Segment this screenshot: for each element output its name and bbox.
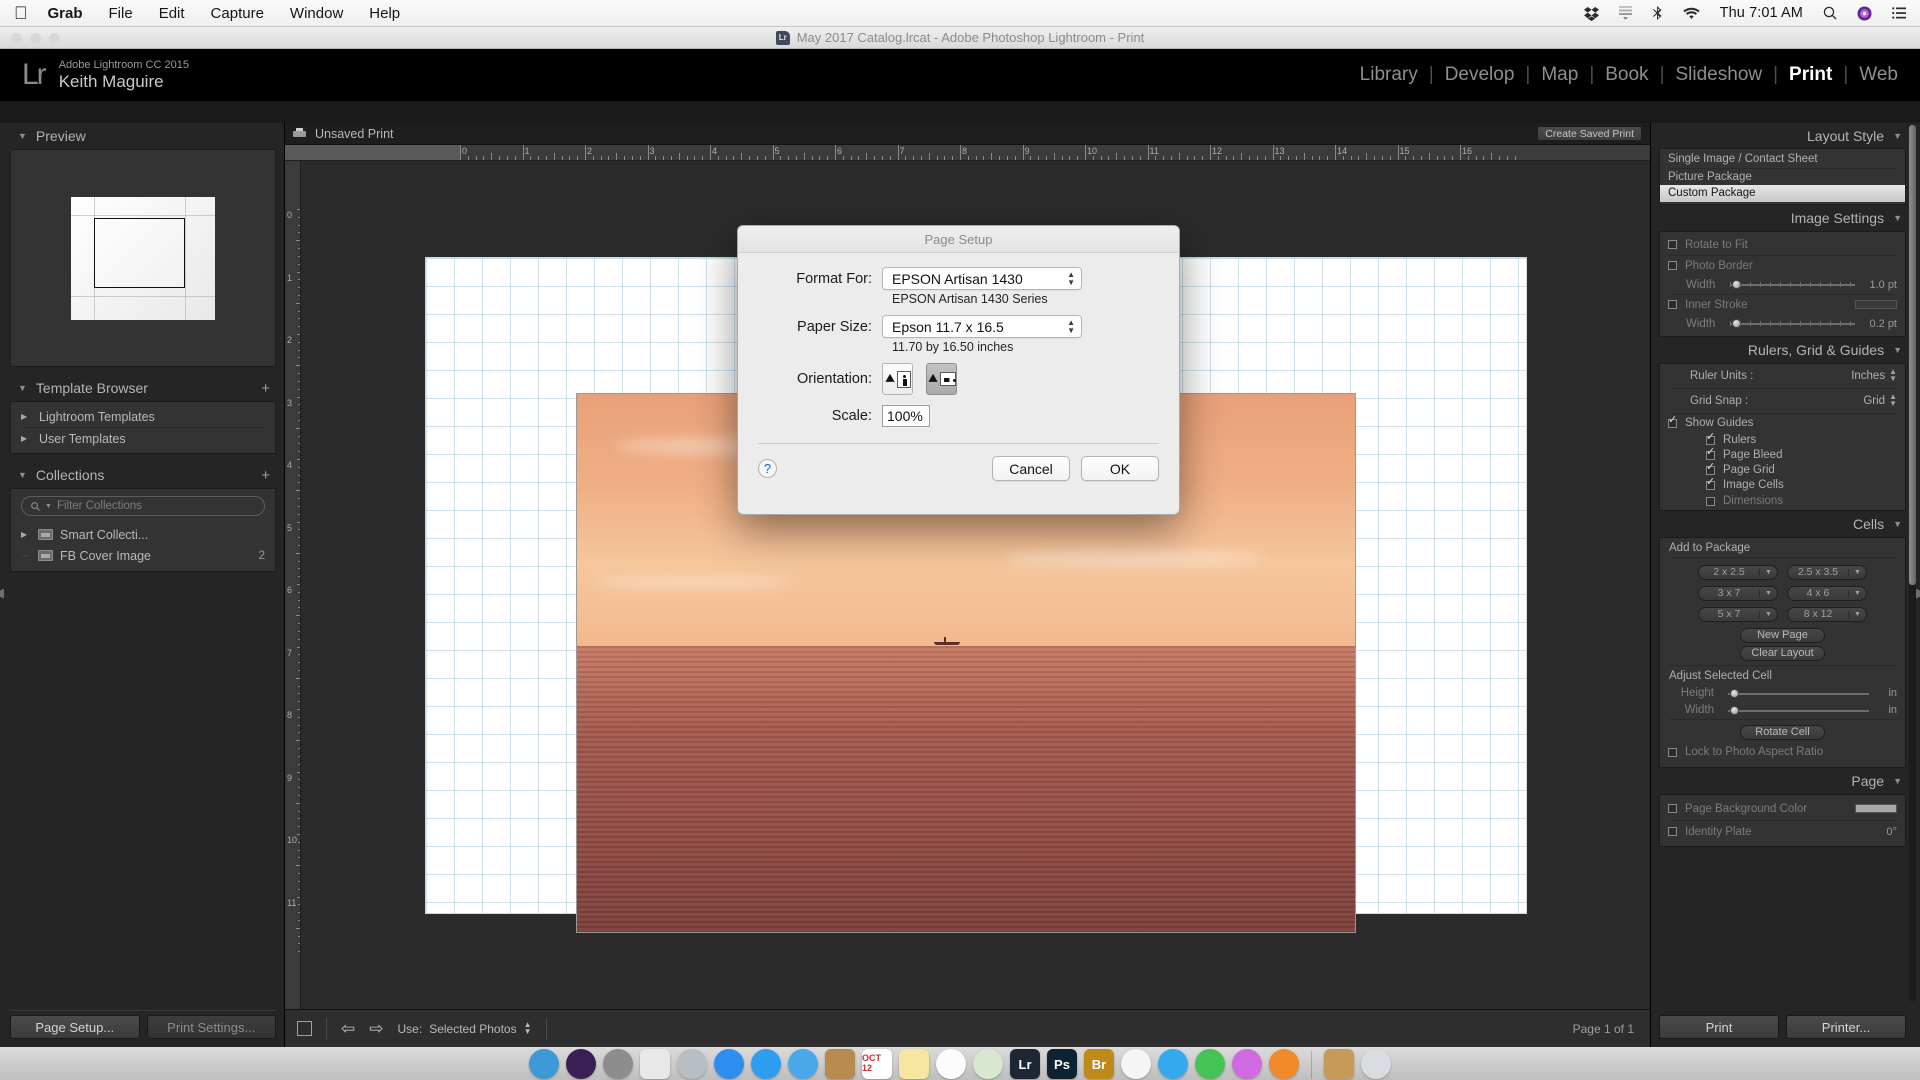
search-icon[interactable]: [1823, 6, 1837, 20]
scale-label: Scale:: [831, 408, 872, 424]
dock-item-trash[interactable]: [1361, 1049, 1391, 1079]
help-icon[interactable]: ?: [758, 459, 777, 478]
paper-size-value: Epson 11.7 x 16.5: [892, 318, 1004, 335]
dock-item-app-store[interactable]: [714, 1049, 744, 1079]
dock-item-photoshop[interactable]: Ps: [1047, 1049, 1077, 1079]
scale-input[interactable]: 100%: [882, 405, 930, 427]
orientation-row: Orientation: ⯅ ⯅: [760, 363, 1157, 395]
wifi-icon[interactable]: [1683, 7, 1700, 20]
orientation-landscape-icon[interactable]: ⯅: [926, 363, 957, 395]
dock-item-notes[interactable]: [899, 1049, 929, 1079]
dock-item-finder[interactable]: [529, 1049, 559, 1079]
mac-menu-bar:  Grab File Edit Capture Window Help Thu…: [0, 0, 1920, 27]
chevron-updown-icon[interactable]: ▲ ▼: [1067, 271, 1075, 286]
menu-item-capture[interactable]: Capture: [211, 5, 264, 22]
dock-item-reminders[interactable]: [936, 1049, 966, 1079]
lightroom-window: Lr May 2017 Catalog.lrcat - Adobe Photos…: [0, 27, 1920, 1047]
dock-item-ibooks[interactable]: [1269, 1049, 1299, 1079]
dock-item-messages[interactable]: [1158, 1049, 1188, 1079]
screen:  Grab File Edit Capture Window Help Thu…: [0, 0, 1920, 1080]
siri-icon[interactable]: [1857, 6, 1872, 21]
dialog-title: Page Setup: [738, 226, 1179, 253]
dock-divider: [1311, 1051, 1312, 1079]
control-center-icon[interactable]: [1892, 7, 1906, 19]
menu-item-grab[interactable]: Grab: [48, 5, 83, 22]
bluetooth-icon[interactable]: [1652, 5, 1663, 21]
dialog-body: Format For: EPSON Artisan 1430 ▲ ▼ EPSON …: [738, 253, 1179, 427]
format-for-select[interactable]: EPSON Artisan 1430 ▲ ▼: [882, 267, 1082, 290]
list-icon[interactable]: [1618, 6, 1632, 20]
paper-size-label: Paper Size:: [797, 318, 872, 335]
apple-icon[interactable]: : [14, 4, 28, 22]
page-setup-dialog: Page Setup Format For: EPSON Artisan 143…: [737, 225, 1180, 515]
menu-clock[interactable]: Thu 7:01 AM: [1720, 5, 1803, 21]
dock-item-maps[interactable]: [973, 1049, 1003, 1079]
scale-row: Scale: 100%: [760, 405, 1157, 427]
dialog-overlay: Page Setup Format For: EPSON Artisan 143…: [0, 27, 1920, 1047]
orientation-label: Orientation:: [797, 371, 872, 387]
menu-item-help[interactable]: Help: [369, 5, 400, 22]
format-for-value: EPSON Artisan 1430: [892, 270, 1023, 287]
scale-value: 100%: [887, 408, 923, 424]
dock-item-lightroom[interactable]: Lr: [1010, 1049, 1040, 1079]
menu-item-edit[interactable]: Edit: [159, 5, 185, 22]
paper-size-row: Paper Size: Epson 11.7 x 16.5 ▲ ▼: [760, 315, 1157, 338]
ok-button[interactable]: OK: [1081, 456, 1159, 481]
format-for-row: Format For: EPSON Artisan 1430 ▲ ▼: [760, 267, 1157, 290]
dock-item-itunes[interactable]: [1232, 1049, 1262, 1079]
dropbox-icon[interactable]: [1583, 6, 1599, 21]
format-for-label: Format For:: [796, 270, 872, 287]
dock-item-xcode-tools[interactable]: [640, 1049, 670, 1079]
orientation-portrait-icon[interactable]: ⯅: [882, 363, 913, 395]
dialog-actions: Cancel OK: [992, 456, 1159, 481]
orientation-group: ⯅ ⯅: [882, 363, 957, 395]
chevron-updown-icon[interactable]: ▲ ▼: [1067, 319, 1075, 334]
menu-item-window[interactable]: Window: [290, 5, 343, 22]
dock-item-safari[interactable]: [751, 1049, 781, 1079]
dock-item-contacts[interactable]: [825, 1049, 855, 1079]
dock-item-siri[interactable]: [566, 1049, 596, 1079]
dock-item-mail[interactable]: [788, 1049, 818, 1079]
dialog-footer: ? Cancel OK: [738, 444, 1179, 481]
mac-dock: OCT 12 Lr Ps Br: [0, 1047, 1920, 1080]
dock-item-downloads[interactable]: [1324, 1049, 1354, 1079]
format-for-note: EPSON Artisan 1430 Series: [892, 292, 1048, 306]
menu-item-file[interactable]: File: [109, 5, 133, 22]
dock-item-bridge[interactable]: Br: [1084, 1049, 1114, 1079]
dock-item-photos[interactable]: [1121, 1049, 1151, 1079]
paper-size-note: 11.70 by 16.50 inches: [892, 340, 1014, 354]
paper-size-select[interactable]: Epson 11.7 x 16.5 ▲ ▼: [882, 315, 1082, 338]
dock-item-facetime[interactable]: [1195, 1049, 1225, 1079]
cancel-button[interactable]: Cancel: [992, 456, 1070, 481]
dock-item-launchpad[interactable]: [677, 1049, 707, 1079]
dock-item-system-preferences[interactable]: [603, 1049, 633, 1079]
dock-item-calendar[interactable]: OCT 12: [862, 1049, 892, 1079]
